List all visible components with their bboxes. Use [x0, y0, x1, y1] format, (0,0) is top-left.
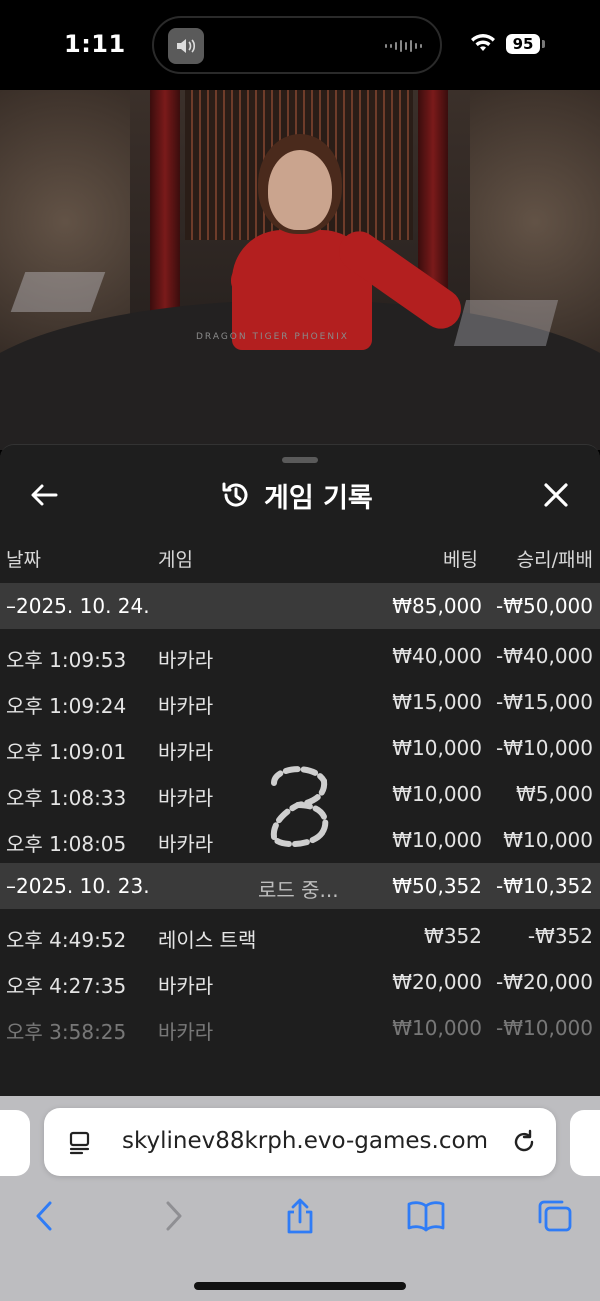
row-bet: ₩10,000 [392, 1016, 482, 1040]
dynamic-island [152, 16, 442, 74]
group-win-loss: -₩10,352 [496, 874, 593, 898]
loading-spinner-icon [270, 766, 329, 847]
header-win-loss: 승리/패배 [516, 549, 593, 571]
row-time: 오후 1:08:33 [6, 786, 127, 810]
row-game: 바카라 [158, 974, 214, 998]
drag-handle[interactable] [282, 457, 318, 463]
table-header: 날짜 게임 베팅 승리/패배 [0, 541, 600, 577]
row-time: 오후 1:09:01 [6, 740, 127, 764]
group-date: –2025. 10. 24. [6, 594, 150, 618]
row-win-loss: ₩10,000 [503, 828, 593, 852]
group-win-loss: -₩50,000 [496, 594, 593, 618]
row-game: 바카라 [158, 832, 214, 856]
table-row[interactable]: 오후 4:49:52 레이스 트랙 ₩352 -₩352 [0, 913, 600, 959]
row-time: 오후 1:08:05 [6, 832, 127, 856]
reload-icon[interactable] [510, 1128, 538, 1156]
row-bet: ₩10,000 [392, 736, 482, 760]
group-date: –2025. 10. 23. [6, 874, 150, 898]
loading-text: 로드 중... [258, 878, 339, 902]
share-button[interactable] [280, 1196, 320, 1236]
group-bet: ₩50,352 [392, 874, 482, 898]
panel-title: 게임 기록 [220, 475, 373, 515]
header-date: 날짜 [6, 549, 41, 571]
back-button[interactable] [24, 475, 64, 515]
status-bar: 1:11 95 [0, 0, 600, 90]
close-button[interactable] [536, 475, 576, 515]
live-dealer-video[interactable]: DRAGON TIGER PHOENIX [0, 90, 600, 450]
next-tab-card[interactable] [570, 1110, 600, 1176]
date-group-row[interactable]: –2025. 10. 24. ₩85,000 -₩50,000 [0, 583, 600, 629]
row-bet: ₩10,000 [392, 782, 482, 806]
row-win-loss: -₩10,000 [496, 736, 593, 760]
bookmarks-button[interactable] [406, 1196, 446, 1236]
row-bet: ₩10,000 [392, 828, 482, 852]
row-win-loss: -₩10,000 [496, 1016, 593, 1040]
url-text[interactable]: skylinev88krph.evo-games.com [122, 1128, 512, 1154]
row-bet: ₩20,000 [392, 970, 482, 994]
browser-bottom-bar: skylinev88krph.evo-games.com [0, 1096, 600, 1301]
table-row[interactable]: 오후 1:09:24 바카라 ₩15,000 -₩15,000 [0, 679, 600, 725]
previous-tab-card[interactable] [0, 1110, 30, 1176]
date-group-row[interactable]: –2025. 10. 23. 로드 중... ₩50,352 -₩10,352 [0, 863, 600, 909]
close-icon [544, 483, 568, 507]
tabs-icon [538, 1200, 572, 1232]
home-indicator[interactable] [194, 1282, 406, 1290]
status-time: 1:11 [64, 30, 126, 58]
panel-title-text: 게임 기록 [264, 482, 373, 514]
game-history-panel: 게임 기록 날짜 게임 베팅 승리/패배 –2025. 10. 24. ₩85,… [0, 444, 600, 1104]
row-win-loss: -₩20,000 [496, 970, 593, 994]
table-row[interactable]: 오후 3:58:25 바카라 ₩10,000 -₩10,000 [0, 1005, 600, 1051]
row-game: 바카라 [158, 740, 214, 764]
table-label: DRAGON TIGER PHOENIX [196, 332, 349, 342]
group-bet: ₩85,000 [392, 594, 482, 618]
arrow-left-icon [31, 484, 58, 506]
table-row[interactable]: 오후 4:27:35 바카라 ₩20,000 -₩20,000 [0, 959, 600, 1005]
forward-nav-button[interactable] [154, 1196, 194, 1236]
battery-level: 95 [506, 34, 540, 54]
card-shoe-right [453, 300, 559, 346]
header-game: 게임 [158, 549, 193, 571]
browser-toolbar [0, 1194, 600, 1238]
row-game: 레이스 트랙 [158, 928, 257, 952]
row-bet: ₩15,000 [392, 690, 482, 714]
row-bet: ₩352 [424, 924, 482, 948]
speaker-icon [168, 28, 204, 64]
row-time: 오후 4:27:35 [6, 974, 127, 998]
row-win-loss: ₩5,000 [515, 782, 593, 806]
row-time: 오후 1:09:53 [6, 648, 127, 672]
tabs-button[interactable] [534, 1196, 574, 1236]
address-bar[interactable]: skylinev88krph.evo-games.com [44, 1108, 556, 1176]
back-nav-button[interactable] [24, 1196, 64, 1236]
chevron-left-icon [36, 1201, 52, 1231]
row-time: 오후 4:49:52 [6, 928, 127, 952]
chevron-right-icon [166, 1201, 182, 1231]
wifi-icon [470, 33, 496, 57]
row-win-loss: -₩352 [527, 924, 593, 948]
book-icon [407, 1201, 445, 1232]
dealer-head [268, 150, 332, 230]
header-bet: 베팅 [443, 549, 478, 571]
row-game: 바카라 [158, 648, 214, 672]
history-icon [222, 482, 248, 507]
row-time: 오후 1:09:24 [6, 694, 127, 718]
table-row[interactable]: 오후 1:09:53 바카라 ₩40,000 -₩40,000 [0, 633, 600, 679]
row-game: 바카라 [158, 694, 214, 718]
row-win-loss: -₩15,000 [496, 690, 593, 714]
row-game: 바카라 [158, 786, 214, 810]
share-icon [287, 1198, 313, 1234]
row-game: 바카라 [158, 1020, 214, 1044]
audio-waveform-icon [385, 40, 422, 52]
red-pillar-left [150, 90, 180, 320]
battery-tip [542, 40, 545, 48]
reader-icon[interactable] [68, 1130, 94, 1156]
row-time: 오후 3:58:25 [6, 1020, 127, 1044]
row-bet: ₩40,000 [392, 644, 482, 668]
row-win-loss: -₩40,000 [496, 644, 593, 668]
card-shoe-left [10, 272, 106, 312]
